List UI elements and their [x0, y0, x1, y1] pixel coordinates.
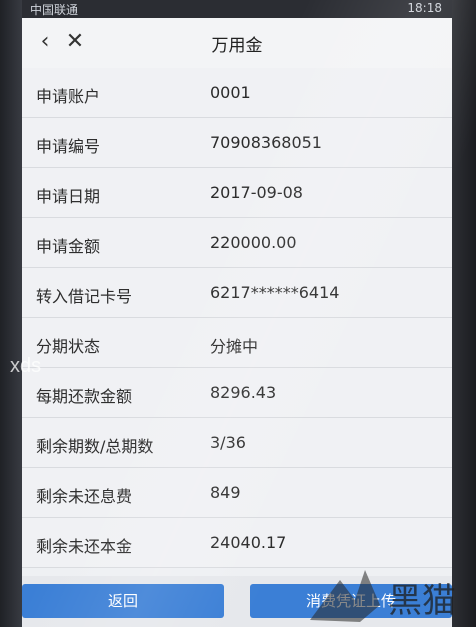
row-label: 申请日期 — [36, 187, 101, 206]
row-label: 分期状态 — [36, 337, 101, 356]
status-bar: 中国联通 18:18 — [22, 0, 452, 18]
row-value: 分摊中 — [210, 337, 259, 356]
app-screen: ‹ ✕ 万用金 申请账户 0001 申请编号 70908368051 申请日期 … — [22, 18, 452, 627]
top-nav-bar: ‹ ✕ 万用金 — [22, 18, 452, 69]
bottom-action-bar: 返回 消费凭证上传 — [22, 576, 452, 627]
row-value: 8296.43 — [210, 383, 277, 402]
row-value: 6217******6414 — [210, 283, 340, 302]
row-label: 剩余期数/总期数 — [36, 437, 154, 456]
row-value: 24040.17 — [210, 533, 287, 552]
detail-row: 申请账户 0001 — [22, 68, 452, 118]
detail-row: 转入借记卡号 6217******6414 — [22, 268, 452, 318]
carrier-label: 中国联通 — [30, 3, 79, 17]
detail-row: 申请编号 70908368051 — [22, 118, 452, 168]
upload-receipt-button[interactable]: 消费凭证上传 — [250, 584, 452, 618]
row-value: 3/36 — [210, 433, 246, 452]
row-label: 转入借记卡号 — [36, 287, 133, 306]
detail-row: 申请金额 220000.00 — [22, 218, 452, 268]
clock: 18:18 — [407, 1, 442, 15]
back-button[interactable]: 返回 — [22, 584, 224, 618]
row-value: 0001 — [210, 83, 251, 102]
row-label: 申请金额 — [36, 237, 101, 256]
watermark-text: xds — [10, 355, 42, 377]
row-label: 每期还款金额 — [36, 387, 133, 406]
row-value: 70908368051 — [210, 133, 322, 152]
row-label: 申请账户 — [36, 87, 101, 106]
row-label: 申请编号 — [36, 137, 101, 156]
detail-row: 剩余未还本金 24040.17 — [22, 518, 452, 568]
detail-row: 剩余期数/总期数 3/36 — [22, 418, 452, 468]
row-value: 2017-09-08 — [210, 183, 303, 202]
detail-list: 申请账户 0001 申请编号 70908368051 申请日期 2017-09-… — [22, 68, 452, 568]
detail-row: 每期还款金额 8296.43 — [22, 368, 452, 418]
row-label: 剩余未还本金 — [36, 537, 133, 556]
detail-row: 分期状态 分摊中 — [22, 318, 452, 368]
phone-frame: 中国联通 18:18 ‹ ✕ 万用金 申请账户 0001 申请编号 709083… — [0, 0, 476, 627]
detail-row: 剩余未还息费 849 — [22, 468, 452, 518]
row-label: 剩余未还息费 — [36, 487, 133, 506]
row-value: 849 — [210, 483, 241, 502]
detail-row: 申请日期 2017-09-08 — [22, 168, 452, 218]
page-title: 万用金 — [211, 36, 263, 56]
row-value: 220000.00 — [210, 233, 297, 252]
